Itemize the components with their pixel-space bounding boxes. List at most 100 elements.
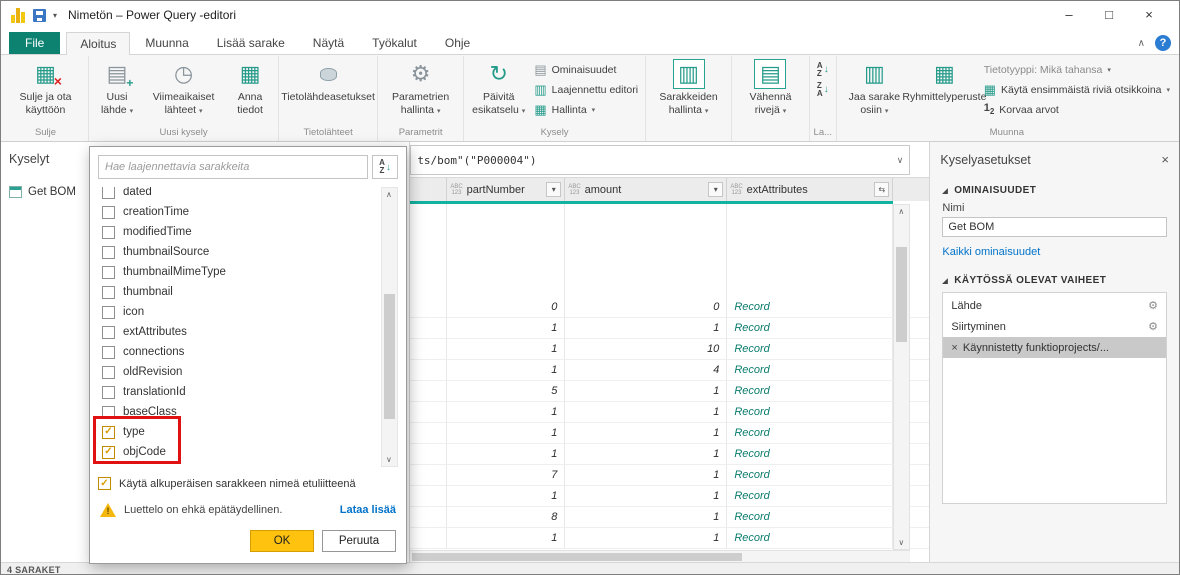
column-header-partnumber[interactable]: ABC123partNumber▾ [447, 178, 565, 201]
column-option-oldrevision[interactable]: oldRevision [98, 362, 398, 382]
column-option-thumbnailmimetype[interactable]: thumbnailMimeType [98, 262, 398, 282]
scroll-down-icon[interactable]: ∨ [386, 455, 392, 464]
applied-step-käynnistetty-funktioprojects[interactable]: ×Käynnistetty funktioprojects/... [943, 337, 1166, 358]
checkbox[interactable] [102, 406, 115, 419]
ok-button[interactable]: OK [250, 530, 314, 552]
tab-ohje[interactable]: Ohje [432, 32, 483, 54]
ribbon-button-uusi-lähde[interactable]: ▤+Uusi lähde ▾ [92, 56, 142, 116]
column-option-baseclass[interactable]: baseClass [98, 402, 398, 422]
expand-column-icon[interactable]: ⇆ [874, 182, 889, 197]
record-link[interactable]: Record [734, 343, 769, 355]
checkbox[interactable] [102, 286, 115, 299]
collapse-ribbon-icon[interactable]: ∧ [1138, 38, 1145, 49]
checkbox[interactable] [102, 306, 115, 319]
gear-icon[interactable]: ⚙ [1148, 320, 1158, 333]
checkbox[interactable] [102, 187, 115, 199]
save-icon[interactable] [33, 9, 46, 22]
column-type-icon[interactable]: ABC123 [450, 184, 462, 196]
column-option-translationid[interactable]: translationId [98, 382, 398, 402]
delete-step-icon[interactable]: × [951, 342, 957, 354]
ribbon-button-käytä-ensimmäistä-riviä-otsikkoina[interactable]: ▦Käytä ensimmäistä riviä otsikkoina▾ [980, 80, 1174, 99]
record-link[interactable]: Record [734, 511, 769, 523]
filter-icon[interactable]: ▾ [708, 182, 723, 197]
record-link[interactable]: Record [734, 385, 769, 397]
column-option-connections[interactable]: connections [98, 342, 398, 362]
properties-section-header[interactable]: ◢ OMINAISUUDET [942, 185, 1167, 196]
scroll-up-icon[interactable]: ∧ [898, 207, 904, 216]
record-link[interactable]: Record [734, 469, 769, 481]
column-header-amount[interactable]: ABC123amount▾ [565, 178, 727, 201]
record-link[interactable]: Record [734, 301, 769, 313]
record-link[interactable]: Record [734, 406, 769, 418]
column-option-extattributes[interactable]: extAttributes [98, 322, 398, 342]
ribbon-button-hallinta[interactable]: ▦Hallinta▾ [530, 100, 599, 119]
search-columns-input[interactable] [98, 155, 368, 179]
ribbon-button-ryhmittelyperuste[interactable]: ▦Ryhmittelyperuste [909, 56, 980, 104]
table-row[interactable]: 11Record [410, 402, 929, 423]
checkbox[interactable] [102, 266, 115, 279]
column-option-thumbnailsource[interactable]: thumbnailSource [98, 242, 398, 262]
column-type-icon[interactable]: ABC123 [568, 184, 580, 196]
tab-lisää-sarake[interactable]: Lisää sarake [204, 32, 298, 54]
column-option-type[interactable]: ✓type [98, 422, 398, 442]
scrollbar-thumb[interactable] [412, 553, 742, 561]
close-settings-icon[interactable]: × [1161, 152, 1169, 167]
vertical-scrollbar[interactable]: ∧ ∨ [893, 204, 910, 550]
sort-columns-button[interactable]: AZ↓ [372, 155, 398, 179]
checkbox[interactable] [102, 366, 115, 379]
checkbox[interactable] [102, 246, 115, 259]
formula-expand-icon[interactable]: ∨ [897, 155, 904, 166]
ribbon-button-vähennä-rivejä[interactable]: ▤Vähennä rivejä ▾ [735, 56, 806, 116]
checkbox[interactable] [102, 326, 115, 339]
table-row[interactable]: 14Record [410, 360, 929, 381]
ribbon-button-sort-za-icon[interactable]: ZA↓ [813, 80, 833, 99]
table-row[interactable]: 81Record [410, 507, 929, 528]
table-row[interactable]: 71Record [410, 465, 929, 486]
ribbon-button-ominaisuudet[interactable]: ▤Ominaisuudet [530, 60, 620, 79]
gear-icon[interactable]: ⚙ [1148, 299, 1158, 312]
record-link[interactable]: Record [734, 364, 769, 376]
ribbon-button-tietolähdeasetukset[interactable]: Tietolähdeasetukset [282, 56, 374, 104]
checkbox[interactable]: ✓ [102, 426, 115, 439]
scroll-down-icon[interactable]: ∨ [898, 538, 904, 547]
prefix-checkbox[interactable]: ✓ [98, 477, 111, 490]
record-link[interactable]: Record [734, 322, 769, 334]
close-button[interactable]: × [1129, 1, 1169, 29]
record-link[interactable]: Record [734, 490, 769, 502]
checkbox[interactable] [102, 226, 115, 239]
column-type-icon[interactable]: ABC123 [730, 184, 742, 196]
quick-access-caret-icon[interactable]: ▾ [53, 11, 57, 20]
ribbon-button-sulje-ja-ota-käyttöön[interactable]: ▦×Sulje ja ota käyttöön [6, 56, 85, 116]
column-option-creationtime[interactable]: creationTime [98, 202, 398, 222]
ribbon-button-päivitä-esikatselu[interactable]: ↻Päivitä esikatselu ▾ [467, 56, 530, 116]
column-option-objcode[interactable]: ✓objCode [98, 442, 398, 462]
table-row[interactable]: 11Record [410, 486, 929, 507]
cancel-button[interactable]: Peruuta [322, 530, 396, 552]
table-row[interactable]: 11Record [410, 528, 929, 549]
filter-icon[interactable]: ▾ [546, 182, 561, 197]
record-link[interactable]: Record [734, 427, 769, 439]
ribbon-button-parametrien-hallinta[interactable]: ⚙Parametrien hallinta ▾ [381, 56, 460, 116]
table-row[interactable]: 00Record [410, 297, 929, 318]
table-row[interactable]: 11Record [410, 444, 929, 465]
ribbon-button-sort-az-icon[interactable]: AZ↓ [813, 60, 833, 79]
query-name-input[interactable] [942, 217, 1167, 237]
checkbox[interactable] [102, 386, 115, 399]
load-more-link[interactable]: Lataa lisää [340, 504, 396, 516]
scroll-up-icon[interactable]: ∧ [386, 190, 392, 199]
table-row[interactable]: 11Record [410, 318, 929, 339]
formula-bar[interactable]: ts/bom"("P000004") ∨ [410, 145, 910, 175]
tab-muunna[interactable]: Muunna [132, 32, 201, 54]
steps-section-header[interactable]: ◢ KÄYTÖSSÄ OLEVAT VAIHEET [942, 275, 1167, 286]
checkbox[interactable] [102, 346, 115, 359]
table-row[interactable]: 51Record [410, 381, 929, 402]
tab-file[interactable]: File [9, 32, 60, 54]
applied-step-lähde[interactable]: Lähde⚙ [943, 295, 1166, 316]
column-option-dated[interactable]: dated [98, 187, 398, 202]
applied-step-siirtyminen[interactable]: Siirtyminen⚙ [943, 316, 1166, 337]
column-header-extattributes[interactable]: ABC123extAttributes⇆ [727, 178, 893, 201]
column-option-icon[interactable]: icon [98, 302, 398, 322]
table-row[interactable]: 110Record [410, 339, 929, 360]
tab-työkalut[interactable]: Työkalut [359, 32, 430, 54]
column-option-modifiedtime[interactable]: modifiedTime [98, 222, 398, 242]
